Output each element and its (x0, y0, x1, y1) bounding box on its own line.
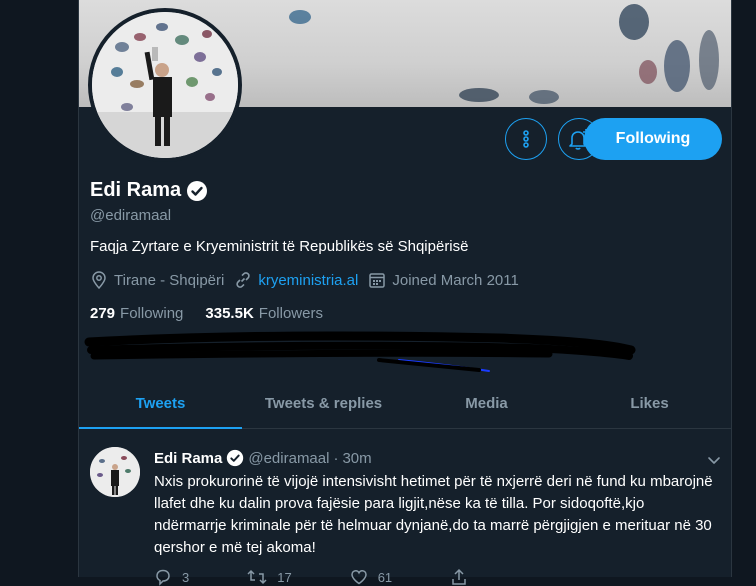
verified-badge-icon (187, 180, 208, 201)
profile-name-row: Edi Rama (90, 179, 208, 202)
followers-count-label: Followers (258, 305, 323, 322)
tweet-avatar-photo (90, 447, 140, 497)
profile-meta: Tirane - Shqipëri kryeministria.al Joine… (90, 271, 529, 289)
profile-joined: Joined March 2011 (392, 271, 519, 289)
retweet-button[interactable]: 17 (247, 568, 292, 586)
reply-count: 3 (182, 569, 190, 585)
profile-counts: 279 Following 335.5K Followers (90, 305, 345, 322)
followers-count-link[interactable]: 335.5K Followers (205, 305, 323, 322)
retweet-count: 17 (277, 569, 292, 585)
tweet-item[interactable]: Edi Rama @ediramaal · 30m Nxis prokurori… (79, 430, 731, 586)
calendar-icon (369, 273, 386, 288)
reply-button[interactable]: 3 (154, 568, 189, 586)
share-button[interactable] (450, 568, 468, 586)
location-pin-icon (92, 271, 106, 289)
tweet-text: Nxis prokurorinë të vijojë intensivisht … (154, 473, 713, 556)
avatar-photo (92, 12, 238, 158)
tweet-actions: 3 17 61 (154, 568, 526, 586)
following-count: 279 (90, 305, 116, 322)
tab-media[interactable]: Media (405, 378, 568, 428)
share-icon (452, 568, 466, 585)
profile-column: Following Edi Rama @ediramaal Faqja Zyrt… (78, 0, 732, 586)
verified-badge-icon (227, 449, 244, 467)
more-vertical-icon (523, 130, 529, 148)
profile-avatar[interactable] (88, 8, 242, 162)
like-button[interactable]: 61 (350, 568, 392, 586)
followers-count: 335.5K (205, 305, 254, 322)
chevron-down-icon (708, 457, 720, 464)
profile-location: Tirane - Shqipëri (114, 271, 225, 289)
following-count-link[interactable]: 279 Following (90, 305, 183, 322)
like-count: 61 (377, 569, 393, 585)
redaction-scribble (84, 331, 636, 372)
tweet-author-name[interactable]: Edi Rama (154, 450, 222, 467)
profile-handle: @ediramaal (90, 207, 172, 224)
profile-name: Edi Rama (90, 179, 182, 201)
tweet-menu-button[interactable] (706, 452, 722, 473)
tab-likes[interactable]: Likes (568, 378, 731, 428)
profile-website-link[interactable]: kryeministria.al (258, 272, 358, 289)
heart-icon (350, 569, 367, 585)
tweet-header: Edi Rama @ediramaal · 30m (154, 449, 372, 467)
more-options-button[interactable] (505, 118, 547, 160)
tab-tweets[interactable]: Tweets (79, 378, 242, 429)
tab-tweets-replies[interactable]: Tweets & replies (242, 378, 405, 428)
profile-tabs: Tweets Tweets & replies Media Likes (79, 378, 731, 429)
following-count-label: Following (120, 305, 184, 322)
following-button[interactable]: Following (584, 118, 722, 160)
tweet-author-handle[interactable]: @ediramaal (248, 450, 329, 467)
link-icon (236, 272, 251, 288)
retweet-icon (247, 569, 267, 585)
profile-bio: Faqja Zyrtare e Kryeministrit të Republi… (90, 238, 469, 255)
tweet-time[interactable]: 30m (342, 450, 371, 467)
tweet-avatar[interactable] (90, 447, 140, 497)
reply-icon (156, 569, 170, 586)
tweet-separator: · (333, 449, 339, 467)
